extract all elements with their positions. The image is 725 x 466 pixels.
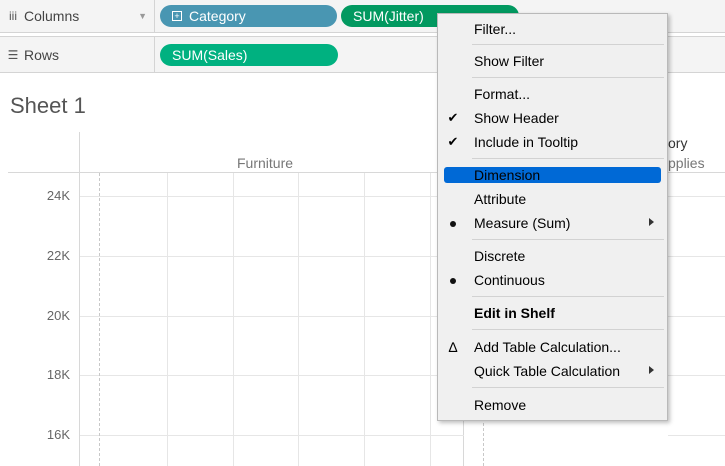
menu-item-format[interactable]: Format... bbox=[439, 83, 666, 105]
menu-item-label: Discrete bbox=[474, 248, 526, 264]
menu-item-label: Add Table Calculation... bbox=[474, 339, 621, 355]
axis-divider bbox=[79, 132, 80, 466]
menu-item-show-header[interactable]: ✔ Show Header bbox=[439, 107, 666, 129]
menu-separator bbox=[472, 44, 664, 45]
rows-label: Rows bbox=[24, 46, 60, 63]
gridline bbox=[80, 196, 464, 197]
menu-item-label: Show Header bbox=[474, 110, 559, 126]
gridline bbox=[298, 173, 299, 466]
menu-item-label: Continuous bbox=[474, 272, 545, 288]
menu-item-label: Dimension bbox=[474, 167, 541, 183]
menu-item-show-filter[interactable]: Show Filter bbox=[439, 50, 666, 72]
sum-sales-pill-label: SUM(Sales) bbox=[172, 47, 248, 63]
gridline bbox=[668, 435, 725, 436]
y-tick-22k: 22K bbox=[46, 248, 70, 263]
menu-item-include-in-tooltip[interactable]: ✔ Include in Tooltip bbox=[439, 131, 666, 153]
menu-item-discrete[interactable]: Discrete bbox=[439, 245, 666, 267]
gridline bbox=[80, 256, 464, 257]
expand-icon[interactable]: + bbox=[172, 11, 182, 21]
pill-context-menu[interactable]: Filter... Show Filter Format... ✔ Show H… bbox=[437, 13, 668, 421]
menu-item-label: Remove bbox=[474, 397, 527, 413]
menu-item-label: Edit in Shelf bbox=[474, 305, 555, 321]
y-tick-18k: 18K bbox=[46, 367, 70, 382]
check-icon: ✔ bbox=[447, 134, 459, 149]
menu-item-label: Filter... bbox=[474, 21, 517, 37]
menu-item-measure-sum[interactable]: Measure (Sum) bbox=[439, 212, 666, 234]
delta-icon: ∆ bbox=[448, 339, 458, 355]
gridline bbox=[668, 196, 725, 197]
y-tick-20k: 20K bbox=[46, 308, 70, 323]
gridline bbox=[364, 173, 365, 466]
menu-item-remove[interactable]: Remove bbox=[439, 394, 666, 416]
gridline bbox=[668, 256, 725, 257]
menu-item-add-table-calculation[interactable]: ∆ Add Table Calculation... bbox=[439, 336, 666, 358]
y-tick-16k: 16K bbox=[46, 427, 70, 442]
menu-item-label: Include in Tooltip bbox=[474, 134, 579, 150]
menu-separator bbox=[472, 239, 664, 240]
columns-label: Columns bbox=[24, 8, 80, 24]
gridline bbox=[668, 316, 725, 317]
submenu-arrow-icon bbox=[649, 218, 654, 226]
gridline bbox=[80, 435, 464, 436]
menu-separator bbox=[472, 329, 664, 330]
sheet-title: Sheet 1 bbox=[10, 93, 86, 118]
column-header-category-partial: ory bbox=[668, 135, 688, 151]
submenu-arrow-icon bbox=[649, 366, 654, 374]
rows-icon: ☰ bbox=[7, 47, 19, 62]
menu-separator bbox=[472, 296, 664, 297]
menu-item-edit-in-shelf[interactable]: Edit in Shelf bbox=[439, 302, 666, 324]
columns-shelf-label: iii Columns ▼ bbox=[0, 0, 155, 32]
rows-shelf-label: ☰ Rows bbox=[0, 37, 155, 72]
menu-item-label: Show Filter bbox=[474, 53, 545, 69]
menu-item-label: Attribute bbox=[474, 191, 527, 207]
category-pill-label: Category bbox=[189, 8, 246, 24]
menu-separator bbox=[472, 387, 664, 388]
bullet-icon bbox=[445, 215, 461, 230]
menu-separator bbox=[472, 158, 664, 159]
check-icon: ✔ bbox=[447, 110, 459, 125]
menu-item-dimension[interactable]: Dimension bbox=[444, 167, 661, 183]
menu-item-label: Quick Table Calculation bbox=[474, 363, 621, 379]
y-tick-24k: 24K bbox=[46, 188, 70, 203]
menu-separator bbox=[472, 77, 664, 78]
menu-item-filter[interactable]: Filter... bbox=[439, 18, 666, 40]
menu-item-label: Format... bbox=[474, 86, 531, 102]
gridline bbox=[430, 173, 431, 466]
category-pill[interactable]: + Category bbox=[160, 5, 337, 27]
column-header-office-supplies[interactable]: pplies bbox=[668, 155, 705, 171]
gridline bbox=[668, 375, 725, 376]
gridline bbox=[167, 173, 168, 466]
menu-item-label: Measure (Sum) bbox=[474, 215, 571, 231]
menu-item-continuous[interactable]: Continuous bbox=[439, 269, 666, 291]
menu-item-attribute[interactable]: Attribute bbox=[439, 188, 666, 210]
gridline bbox=[233, 173, 234, 466]
menu-item-quick-table-calculation[interactable]: Quick Table Calculation bbox=[439, 360, 666, 382]
gridline bbox=[80, 316, 464, 317]
gridline bbox=[80, 375, 464, 376]
sum-jitter-pill-label: SUM(Jitter) bbox=[353, 8, 424, 24]
bullet-icon bbox=[445, 272, 461, 287]
chevron-down-icon[interactable]: ▼ bbox=[138, 11, 147, 21]
sum-sales-pill[interactable]: SUM(Sales) bbox=[160, 44, 338, 66]
zero-line bbox=[99, 173, 100, 466]
column-header-furniture[interactable]: Furniture bbox=[237, 155, 293, 171]
columns-icon: iii bbox=[9, 9, 17, 23]
